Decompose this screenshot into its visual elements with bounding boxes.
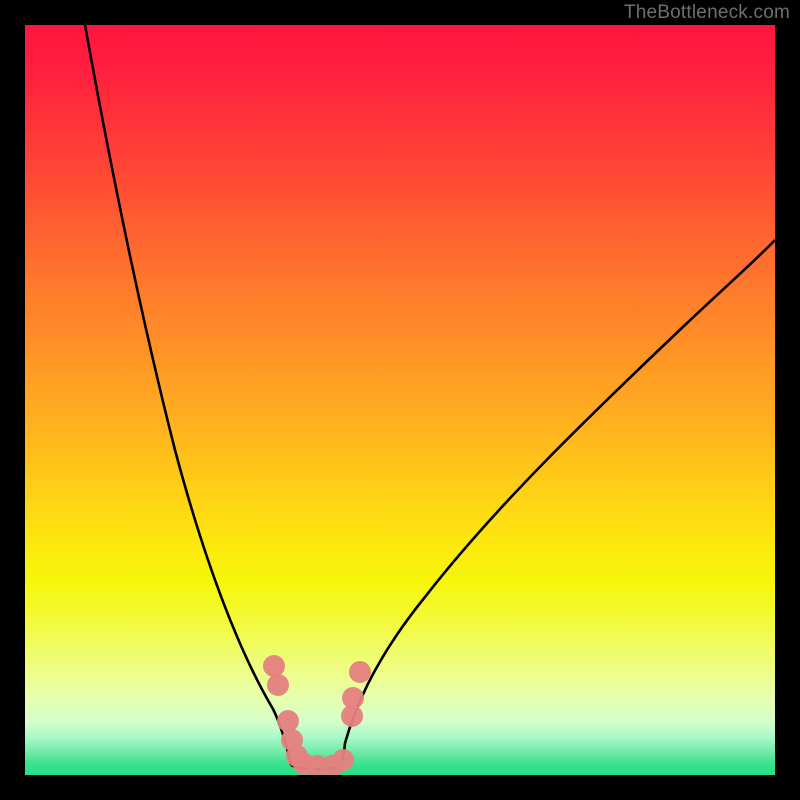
- watermark-text: TheBottleneck.com: [624, 2, 790, 24]
- outer-frame: TheBottleneck.com: [0, 0, 800, 800]
- marker-dot: [277, 710, 299, 732]
- marker-dot: [267, 674, 289, 696]
- curve-left: [85, 25, 291, 765]
- marker-dot: [263, 655, 285, 677]
- curve-right: [345, 240, 775, 743]
- plot-area: [25, 25, 775, 775]
- marker-dot: [349, 661, 371, 683]
- marker-dot: [332, 749, 354, 771]
- chart-svg: [25, 25, 775, 775]
- marker-group: [263, 655, 371, 775]
- marker-dot: [342, 687, 364, 709]
